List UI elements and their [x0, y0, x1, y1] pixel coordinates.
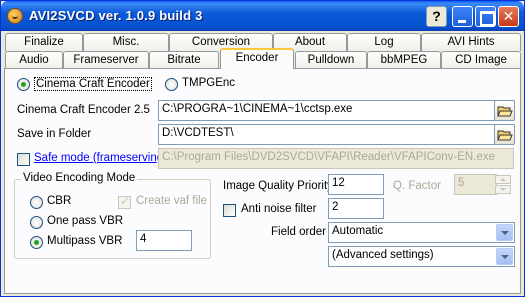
anti-noise-field[interactable]: 2 — [328, 198, 384, 219]
chevron-down-icon — [496, 224, 513, 241]
tab-label: Encoder — [235, 52, 279, 64]
safe-mode-link[interactable]: Safe mode (frameserving) — [34, 152, 167, 164]
save-folder-field[interactable]: D:\VCDTEST\ — [158, 124, 514, 145]
tmpgenc-label: TMPGEnc — [182, 77, 236, 89]
folder-open-icon — [497, 106, 513, 117]
tab-encoder[interactable]: Encoder — [220, 48, 294, 69]
image-quality-field[interactable]: 12 — [328, 174, 384, 195]
tab-label: About — [294, 36, 326, 48]
encoder-panel: Cinema Craft Encoder TMPGEnc Cinema Craf… — [4, 68, 521, 294]
tab-label: Conversion — [191, 36, 251, 48]
tab-bbmpeg[interactable]: bbMPEG — [367, 51, 441, 69]
create-vaf-checkbox — [118, 194, 131, 209]
tab-label: CD Image — [455, 54, 507, 66]
cbr-radio[interactable] — [30, 196, 43, 209]
folder-open-icon — [497, 130, 513, 141]
chevron-down-icon — [496, 248, 513, 265]
tab-label: Misc. — [112, 36, 140, 48]
close-button[interactable] — [498, 6, 519, 27]
cce-label: Cinema Craft Encoder 2.5 — [17, 104, 150, 116]
maximize-button[interactable] — [475, 6, 496, 27]
q-factor-spinner — [495, 175, 511, 194]
tab-label: Finalize — [24, 36, 64, 48]
save-browse-button[interactable] — [494, 124, 515, 145]
one-pass-vbr-radio[interactable] — [30, 216, 43, 229]
cce-path-field[interactable]: C:\PROGRA~1\CINEMA~1\cctsp.exe — [158, 100, 514, 121]
app-smiley-icon — [7, 8, 23, 24]
cbr-label: CBR — [47, 195, 72, 207]
tmpgenc-radio[interactable] — [165, 78, 178, 91]
multipass-vbr-label: Multipass VBR — [47, 235, 123, 247]
title-bar[interactable]: AVI2SVCD ver. 1.0.9 build 3 ? — [1, 1, 524, 31]
tab-avi-hints[interactable]: AVI Hints — [421, 33, 521, 51]
q-factor-label: Q. Factor — [393, 180, 441, 192]
tab-audio[interactable]: Audio — [5, 51, 63, 69]
advanced-settings-select[interactable]: (Advanced settings) — [328, 246, 515, 267]
field-order-select[interactable]: Automatic — [328, 222, 515, 243]
multipass-vbr-radio[interactable] — [30, 236, 43, 249]
tab-log[interactable]: Log — [347, 33, 421, 51]
tab-label: Frameserver — [73, 54, 139, 66]
tab-frameserver[interactable]: Frameserver — [63, 51, 149, 69]
anti-noise-label: Anti noise filter — [241, 203, 317, 215]
save-folder-label: Save in Folder — [17, 128, 92, 140]
safe-mode-checkbox[interactable] — [17, 153, 30, 166]
tab-label: AVI Hints — [447, 36, 495, 48]
cinema-craft-label: Cinema Craft Encoder — [34, 77, 152, 91]
q-factor-field: 5 — [454, 174, 497, 195]
cce-browse-button[interactable] — [494, 100, 515, 121]
tab-label: Audio — [19, 54, 49, 66]
minimize-button[interactable] — [452, 6, 473, 27]
field-order-value: Automatic — [332, 225, 384, 237]
spin-down-icon — [495, 185, 511, 194]
tab-cd-image[interactable]: CD Image — [441, 51, 521, 69]
tab-misc[interactable]: Misc. — [83, 33, 169, 51]
tab-bitrate[interactable]: Bitrate — [149, 51, 219, 69]
field-order-label: Field order — [271, 226, 326, 238]
image-quality-label: Image Quality Priority — [223, 180, 333, 192]
spin-up-icon — [495, 175, 511, 184]
safe-mode-path-field: C:\Program Files\DVD2SVCD\VFAPI\Reader\V… — [158, 148, 514, 169]
tab-label: bbMPEG — [380, 54, 428, 66]
tab-label: Pulldown — [307, 54, 355, 66]
app-window: AVI2SVCD ver. 1.0.9 build 3 ? Finalize M… — [0, 0, 525, 297]
tab-label: Bitrate — [167, 54, 201, 66]
create-vaf-label: Create vaf file — [136, 195, 207, 207]
help-button[interactable]: ? — [426, 6, 447, 27]
anti-noise-checkbox[interactable] — [223, 204, 236, 217]
tab-label: Log — [374, 36, 394, 48]
tab-pulldown[interactable]: Pulldown — [295, 51, 367, 69]
advanced-settings-value: (Advanced settings) — [332, 249, 434, 261]
video-encoding-title: Video Encoding Mode — [21, 172, 138, 184]
window-title: AVI2SVCD ver. 1.0.9 build 3 — [29, 8, 203, 23]
one-pass-vbr-label: One pass VBR — [47, 215, 124, 227]
multipass-count-field[interactable]: 4 — [136, 230, 192, 251]
cinema-craft-radio[interactable] — [17, 78, 30, 91]
tab-finalize[interactable]: Finalize — [5, 33, 83, 51]
